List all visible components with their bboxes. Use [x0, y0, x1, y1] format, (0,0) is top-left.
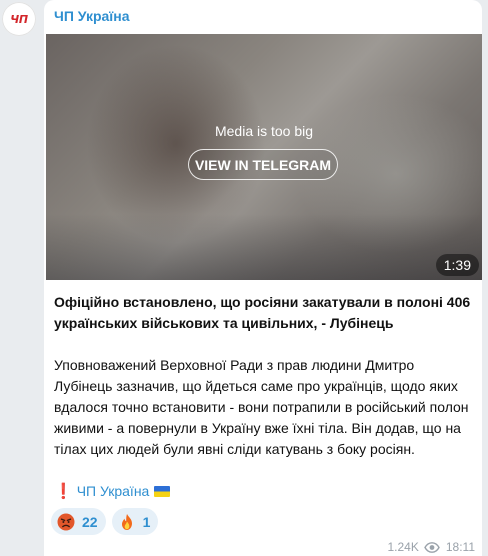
signature-channel-link[interactable]: ЧП Україна: [77, 481, 150, 502]
video-duration-badge: 1:39: [435, 254, 479, 276]
media-too-big-notice: Media is too big: [214, 123, 314, 139]
blurred-thumbnail-bottom: [46, 214, 482, 280]
channel-avatar[interactable]: ЧП: [2, 2, 36, 36]
message-view: ЧП ЧП Україна Media is too big VIEW IN T…: [0, 0, 488, 556]
message-text: Офіційно встановлено, що росіяни закатув…: [54, 292, 472, 502]
reaction-count: 22: [82, 513, 98, 530]
fire-icon: [121, 513, 132, 530]
view-in-telegram-button[interactable]: VIEW IN TELEGRAM: [188, 149, 338, 180]
message-time: 18:11: [445, 540, 475, 554]
angry-face-icon: [57, 513, 75, 530]
channel-name-link[interactable]: ЧП Україна: [54, 8, 130, 24]
message-bubble: ЧП Україна Media is too big VIEW IN TELE…: [44, 0, 482, 556]
red-exclamation-icon: ❗: [54, 483, 73, 500]
ukraine-flag-icon: [154, 486, 171, 497]
avatar-logo-text: ЧП: [10, 12, 28, 26]
reaction-angry[interactable]: 22: [51, 508, 106, 535]
reactions-bar: 22 1: [51, 508, 164, 535]
message-signature: ❗ ЧП Україна: [54, 481, 472, 502]
reaction-fire[interactable]: 1: [111, 508, 159, 535]
views-count: 1.24K: [387, 540, 419, 554]
message-meta: 1.24K 18:11: [388, 540, 476, 554]
eye-icon: [424, 541, 440, 553]
message-headline: Офіційно встановлено, що росіяни закатув…: [54, 294, 471, 331]
video-preview[interactable]: Media is too big VIEW IN TELEGRAM 1:39: [46, 34, 482, 280]
message-body: Уповноважений Верховної Ради з прав люди…: [54, 357, 469, 457]
reaction-count: 1: [142, 513, 151, 530]
